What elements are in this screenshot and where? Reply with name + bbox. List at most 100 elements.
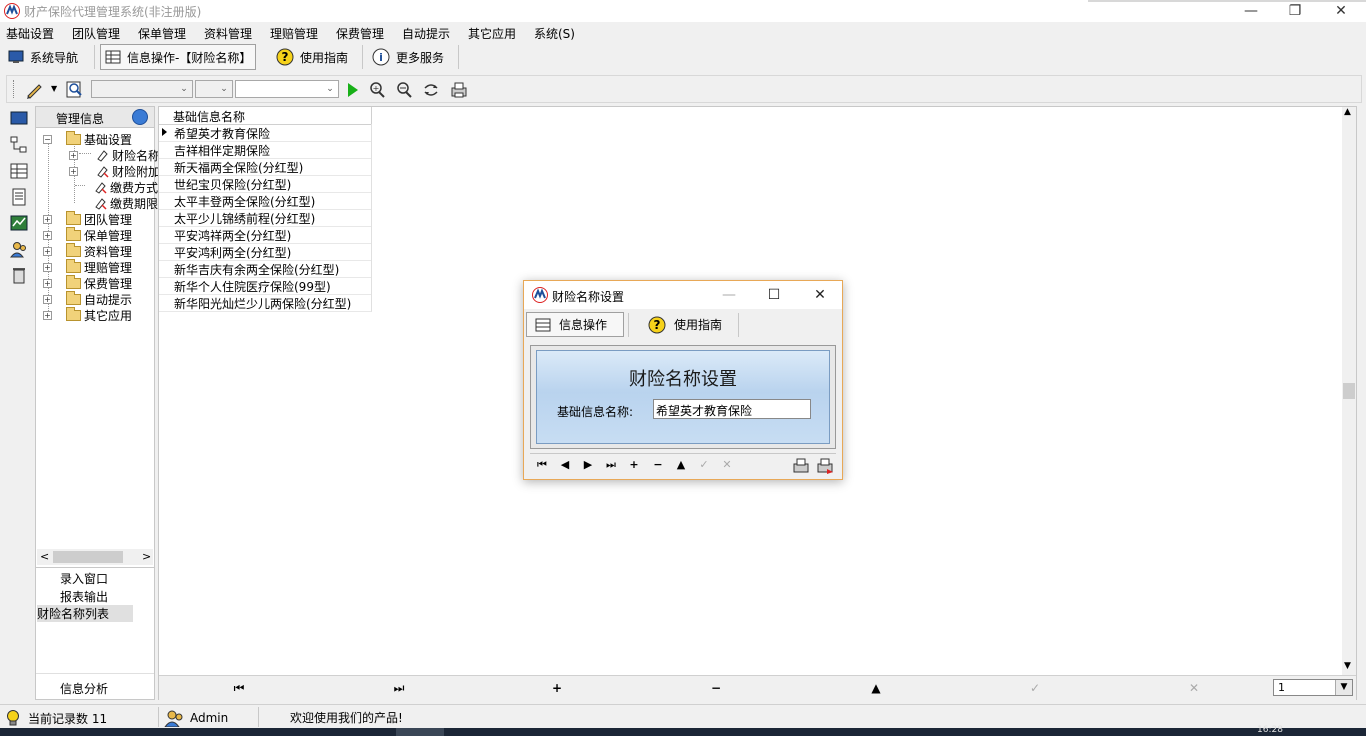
monitor-icon[interactable] — [10, 110, 28, 128]
tree-node-reminder[interactable]: + 自动提示 — [43, 291, 132, 308]
run-icon[interactable] — [343, 80, 363, 100]
edit-dropdown-icon[interactable]: ▼ — [51, 84, 57, 93]
post-record-icon[interactable]: ✓ — [696, 457, 712, 473]
table-row[interactable]: 新华吉庆有余两全保险(分红型) — [159, 260, 372, 278]
info-op-button[interactable]: 信息操作-【财险名称】 — [100, 44, 257, 70]
scroll-left-icon[interactable]: < — [40, 550, 49, 563]
table-row[interactable]: 新天福两全保险(分红型) — [159, 158, 372, 176]
expand-icon[interactable]: + — [43, 279, 52, 288]
chart-icon[interactable] — [10, 214, 28, 232]
next-record-icon[interactable]: ▶ — [580, 457, 596, 473]
table-icon[interactable] — [10, 162, 28, 180]
dialog-close-button[interactable]: ✕ — [807, 285, 833, 305]
users-icon[interactable] — [10, 240, 28, 258]
scroll-down-icon[interactable]: ▼ — [1344, 661, 1351, 671]
menu-item-docs[interactable]: 资料管理 — [204, 25, 252, 42]
tree-node-child[interactable]: 缴费方式 — [75, 179, 158, 196]
grid-vscrollbar[interactable]: ▲ ▼ — [1342, 107, 1356, 675]
refresh-icon[interactable] — [421, 80, 441, 100]
tree-node-basic[interactable]: − 基础设置 — [43, 131, 132, 148]
link-report-output[interactable]: 报表输出 — [60, 588, 108, 605]
menu-item-system[interactable]: 系统(S) — [534, 25, 575, 42]
tree-node-child[interactable]: + 财险附加 — [69, 163, 160, 180]
table-row[interactable]: 太平少儿锦绣前程(分红型) — [159, 209, 372, 227]
preview-icon[interactable] — [65, 80, 85, 100]
find-remove-icon[interactable] — [394, 80, 414, 100]
scrollbar-thumb[interactable] — [1343, 383, 1355, 399]
menu-item-team[interactable]: 团队管理 — [72, 25, 120, 42]
link-entry-window[interactable]: 录入窗口 — [60, 570, 108, 587]
scroll-up-icon[interactable]: ▲ — [1344, 107, 1351, 117]
org-chart-icon[interactable] — [10, 136, 28, 154]
value-combo[interactable]: ⌄ — [235, 80, 339, 98]
post-record-icon[interactable]: ✓ — [1027, 680, 1043, 696]
more-services-button[interactable]: i 更多服务 — [372, 45, 444, 69]
expand-icon[interactable]: + — [69, 167, 78, 176]
expand-icon[interactable]: + — [43, 247, 52, 256]
edit-icon[interactable] — [25, 80, 45, 100]
tab-guide[interactable]: ? 使用指南 — [640, 312, 730, 337]
expand-icon[interactable]: + — [69, 151, 78, 160]
add-record-icon[interactable]: + — [549, 680, 565, 696]
tree-node-docs[interactable]: + 资料管理 — [43, 243, 132, 260]
edit-record-icon[interactable]: ▲ — [673, 457, 689, 473]
last-record-icon[interactable]: ⏭ — [603, 457, 619, 473]
tree-hscrollbar[interactable]: < > — [37, 549, 153, 565]
chevron-down-icon[interactable]: ▼ — [1335, 680, 1352, 695]
taskbar-app-button[interactable] — [396, 728, 444, 736]
find-user-icon[interactable]: + — [367, 80, 387, 100]
menu-item-policy[interactable]: 保单管理 — [138, 25, 186, 42]
collapse-icon[interactable] — [132, 109, 148, 125]
tab-info-op[interactable]: 信息操作 — [526, 312, 624, 337]
tree-node-child[interactable]: 缴费期限 — [81, 195, 158, 212]
restore-button[interactable]: ❐ — [1272, 0, 1318, 22]
name-input[interactable]: 希望英才教育保险 — [653, 399, 811, 419]
print-preview-icon[interactable] — [792, 457, 810, 475]
scrollbar-thumb[interactable] — [53, 551, 123, 563]
edit-record-icon[interactable]: ▲ — [868, 680, 884, 696]
dialog-maximize-button[interactable]: ☐ — [761, 285, 787, 305]
dialog-minimize-button[interactable]: — — [716, 285, 742, 305]
collapse-icon[interactable]: − — [43, 135, 52, 144]
cancel-record-icon[interactable]: ✕ — [719, 457, 735, 473]
table-row[interactable]: 平安鸿利两全(分红型) — [159, 243, 372, 261]
expand-icon[interactable]: + — [43, 231, 52, 240]
scroll-right-icon[interactable]: > — [142, 550, 151, 563]
add-record-icon[interactable]: + — [626, 457, 642, 473]
document-icon[interactable] — [10, 188, 28, 206]
tree-node-other[interactable]: + 其它应用 — [43, 307, 132, 324]
close-button[interactable]: ✕ — [1318, 0, 1364, 22]
print-icon[interactable] — [816, 457, 834, 475]
tree-node-child[interactable]: + 财险名称 — [69, 147, 160, 164]
table-row[interactable]: 太平丰登两全保险(分红型) — [159, 192, 372, 210]
print-icon[interactable] — [449, 80, 469, 100]
guide-button[interactable]: ? 使用指南 — [276, 45, 348, 69]
table-row[interactable]: 新华阳光灿烂少儿两保险(分红型) — [159, 294, 372, 312]
trash-icon[interactable] — [10, 266, 28, 284]
link-list[interactable]: 财险名称列表 — [37, 605, 133, 622]
first-record-icon[interactable]: ⏮ — [231, 680, 247, 696]
prior-record-icon[interactable]: ◀ — [557, 457, 573, 473]
system-nav-button[interactable]: 系统导航 — [8, 45, 78, 69]
table-row[interactable]: 平安鸿祥两全(分红型) — [159, 226, 372, 244]
menu-item-reminder[interactable]: 自动提示 — [402, 25, 450, 42]
page-select[interactable]: 1 ▼ — [1273, 679, 1353, 696]
expand-icon[interactable]: + — [43, 311, 52, 320]
expand-icon[interactable]: + — [43, 215, 52, 224]
expand-icon[interactable]: + — [43, 263, 52, 272]
first-record-icon[interactable]: ⏮ — [534, 457, 550, 473]
link-info-analysis[interactable]: 信息分析 — [60, 680, 108, 697]
delete-record-icon[interactable]: − — [708, 680, 724, 696]
table-row[interactable]: 新华个人住院医疗保险(99型) — [159, 277, 372, 295]
tree-node-team[interactable]: + 团队管理 — [43, 211, 132, 228]
expand-icon[interactable]: + — [43, 295, 52, 304]
tree-node-premium[interactable]: + 保费管理 — [43, 275, 132, 292]
column-header[interactable]: 基础信息名称 — [159, 107, 372, 125]
tree-node-policy[interactable]: + 保单管理 — [43, 227, 132, 244]
field-combo[interactable]: ⌄ — [91, 80, 193, 98]
menu-item-premium[interactable]: 保费管理 — [336, 25, 384, 42]
minimize-button[interactable]: — — [1228, 0, 1274, 22]
operator-combo[interactable]: ⌄ — [195, 80, 233, 98]
last-record-icon[interactable]: ⏭ — [391, 680, 407, 696]
table-row[interactable]: 世纪宝贝保险(分红型) — [159, 175, 372, 193]
